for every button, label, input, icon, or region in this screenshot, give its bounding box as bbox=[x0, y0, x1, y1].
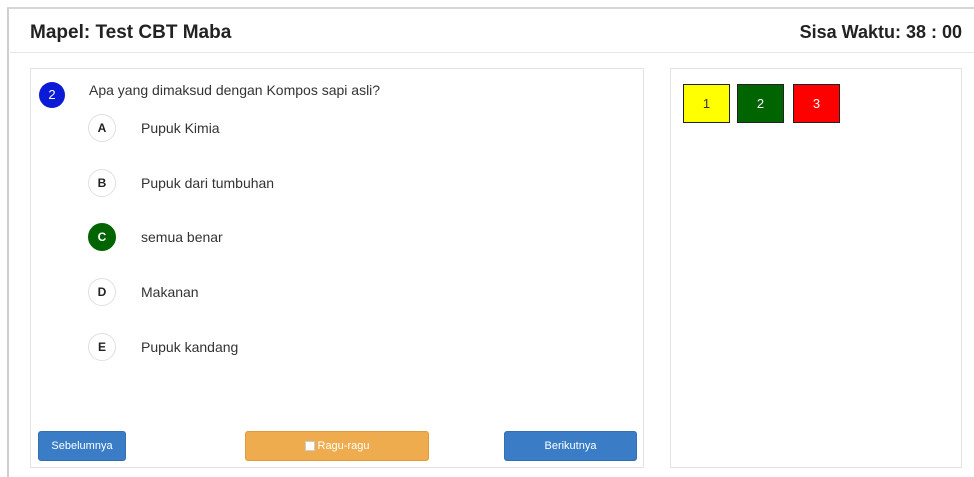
option-text: Pupuk Kimia bbox=[141, 120, 220, 136]
doubt-button[interactable]: Ragu-ragu bbox=[245, 431, 429, 461]
remaining-time: Sisa Waktu: 38 : 00 bbox=[799, 22, 962, 42]
doubt-button-label: Ragu-ragu bbox=[317, 440, 370, 452]
option-letter[interactable]: A bbox=[88, 114, 116, 142]
nav-question-3[interactable]: 3 bbox=[793, 84, 840, 123]
option-b[interactable]: B Pupuk dari tumbuhan bbox=[88, 168, 274, 198]
question-number-badge: 2 bbox=[39, 82, 65, 108]
option-text: Makanan bbox=[141, 284, 199, 300]
option-text: Pupuk kandang bbox=[141, 339, 239, 355]
option-d[interactable]: D Makanan bbox=[88, 277, 199, 307]
previous-button[interactable]: Sebelumnya bbox=[38, 431, 126, 461]
option-text: Pupuk dari tumbuhan bbox=[141, 175, 275, 191]
option-letter[interactable]: E bbox=[88, 333, 116, 361]
question-navigator: 1 2 3 bbox=[670, 68, 962, 468]
option-c[interactable]: C semua benar bbox=[88, 222, 223, 252]
option-text: semua benar bbox=[141, 229, 223, 245]
question-text: Apa yang dimaksud dengan Kompos sapi asl… bbox=[89, 82, 381, 98]
option-letter[interactable]: B bbox=[88, 169, 116, 197]
checkbox-icon[interactable] bbox=[304, 441, 315, 451]
nav-question-label: 3 bbox=[812, 96, 821, 111]
nav-question-2[interactable]: 2 bbox=[737, 84, 784, 123]
page-header: Mapel: Test CBT Maba Sisa Waktu: 38 : 00 bbox=[10, 10, 974, 53]
next-button[interactable]: Berikutnya bbox=[504, 431, 637, 461]
previous-button-label: Sebelumnya bbox=[51, 440, 113, 452]
option-e[interactable]: E Pupuk kandang bbox=[88, 332, 238, 362]
option-letter[interactable]: D bbox=[88, 278, 116, 306]
question-panel: 2 Apa yang dimaksud dengan Kompos sapi a… bbox=[30, 68, 644, 468]
next-button-label: Berikutnya bbox=[544, 440, 597, 452]
option-a[interactable]: A Pupuk Kimia bbox=[88, 113, 220, 143]
nav-question-label: 1 bbox=[702, 96, 711, 111]
subject-title: Mapel: Test CBT Maba bbox=[30, 22, 232, 43]
nav-question-label: 2 bbox=[756, 96, 765, 111]
option-letter-selected[interactable]: C bbox=[88, 223, 116, 251]
nav-question-1[interactable]: 1 bbox=[683, 84, 730, 123]
